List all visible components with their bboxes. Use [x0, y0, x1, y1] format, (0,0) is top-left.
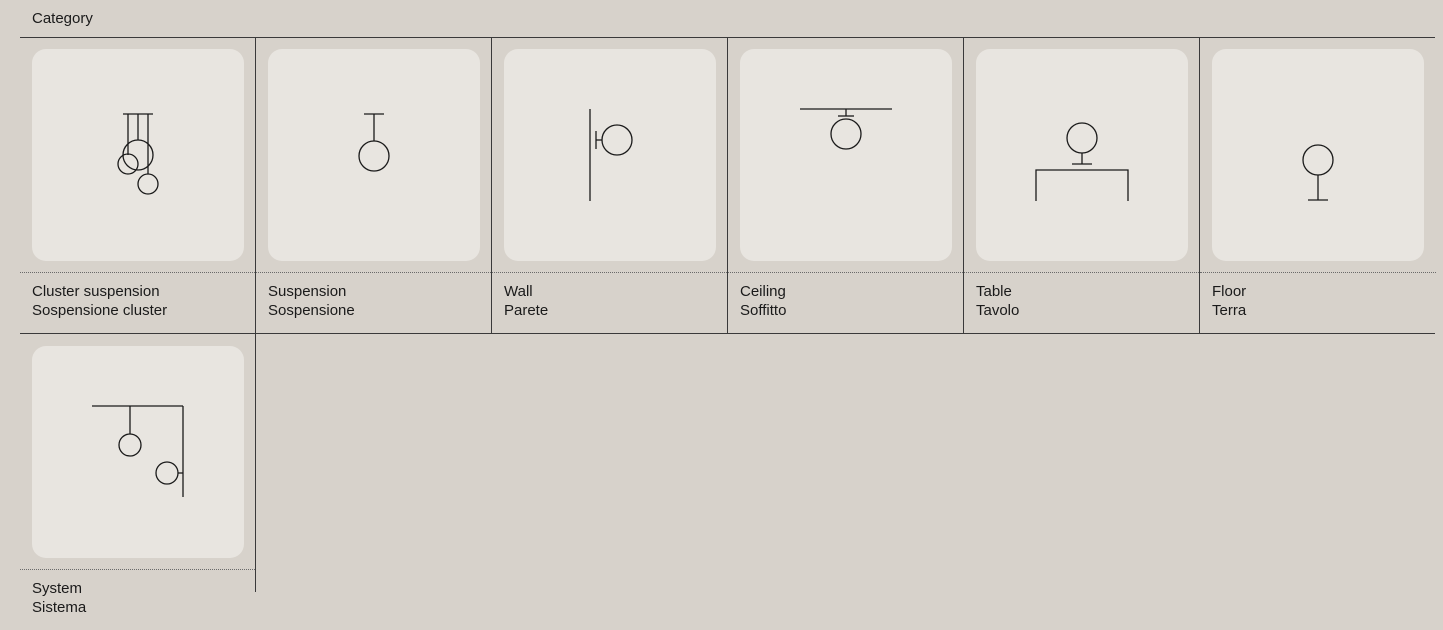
- category-label: Table Tavolo: [976, 282, 1019, 320]
- category-card-suspension[interactable]: Suspension Sospensione: [256, 37, 492, 333]
- category-row-1: Cluster suspension Sospensione cluster S…: [20, 37, 1436, 334]
- table-lamp-icon: [1035, 122, 1129, 201]
- category-label: Wall Parete: [504, 282, 548, 320]
- system-lamp-icon: [92, 405, 184, 497]
- floor-lamp-icon: [1302, 144, 1334, 201]
- category-tile: [740, 49, 952, 261]
- category-tile: [504, 49, 716, 261]
- category-card-table[interactable]: Table Tavolo: [964, 37, 1200, 333]
- category-name-it: Parete: [504, 302, 549, 319]
- category-label: Ceiling Soffitto: [740, 282, 786, 320]
- category-name-en: Table: [976, 283, 1012, 300]
- suspension-lamp-icon: [358, 113, 390, 172]
- category-name-it: Terra: [1212, 302, 1247, 319]
- category-name-it: Soffitto: [740, 302, 787, 319]
- category-card-system[interactable]: System Sistema: [20, 334, 256, 616]
- category-card-floor[interactable]: Floor Terra: [1200, 37, 1436, 333]
- category-name-en: Wall: [504, 283, 533, 300]
- category-name-it: Sospensione: [268, 302, 355, 319]
- category-name-it: Sistema: [32, 599, 87, 616]
- category-header: Category: [20, 0, 1435, 38]
- category-label: Floor Terra: [1212, 282, 1246, 320]
- category-tile: [1212, 49, 1424, 261]
- category-name-en: System: [32, 580, 83, 597]
- category-name-en: Ceiling: [740, 283, 786, 300]
- category-tile: [268, 49, 480, 261]
- category-row-2: System Sistema: [20, 334, 1435, 630]
- category-card-wall[interactable]: Wall Parete: [492, 37, 728, 333]
- category-card-cluster-suspension[interactable]: Cluster suspension Sospensione cluster: [20, 37, 256, 333]
- category-label: System Sistema: [32, 579, 86, 617]
- category-tile: [32, 346, 244, 558]
- category-tile: [976, 49, 1188, 261]
- category-name-en: Floor: [1212, 283, 1247, 300]
- category-name-en: Cluster suspension: [32, 283, 160, 300]
- category-name-en: Suspension: [268, 283, 347, 300]
- category-title: Category: [32, 10, 93, 27]
- category-card-ceiling[interactable]: Ceiling Soffitto: [728, 37, 964, 333]
- category-grid: Cluster suspension Sospensione cluster S…: [20, 37, 1436, 630]
- category-name-it: Tavolo: [976, 302, 1020, 319]
- category-tile: [32, 49, 244, 261]
- ceiling-lamp-icon: [800, 108, 892, 150]
- cluster-suspension-lamp-icon: [117, 113, 159, 195]
- category-label: Cluster suspension Sospensione cluster: [32, 282, 167, 320]
- category-name-it: Sospensione cluster: [32, 302, 168, 319]
- wall-lamp-icon: [589, 109, 633, 201]
- category-label: Suspension Sospensione: [268, 282, 355, 320]
